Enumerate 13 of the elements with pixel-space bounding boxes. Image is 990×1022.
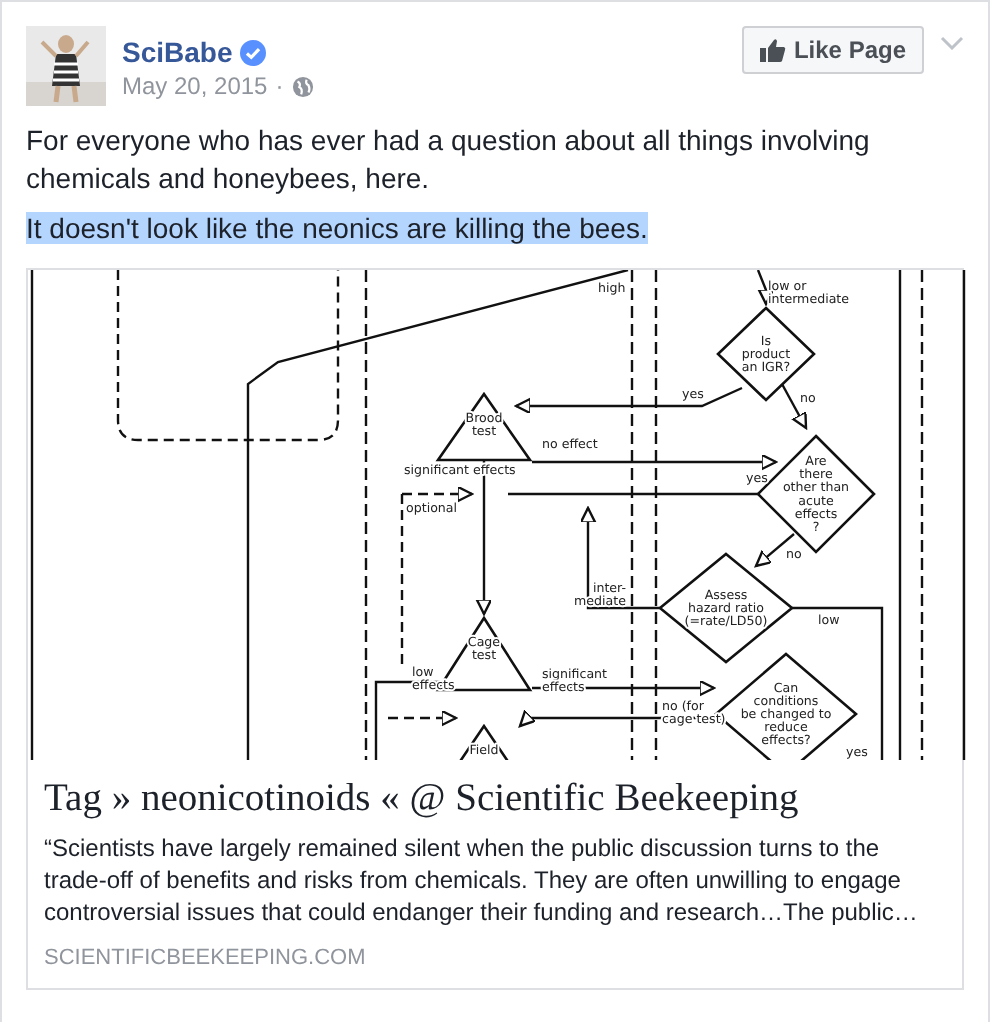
link-description: “Scientists have largely remained silent when the public discussion turns to the trade-off of benefits and risks from chemicals. They are often unwilling to engage controversial issues that could endanger their funding and research…The public… — [44, 832, 920, 928]
decision-diamond — [716, 306, 816, 402]
globe-icon[interactable] — [291, 75, 314, 97]
separator-dot: · — [275, 70, 284, 102]
like-page-button[interactable]: Like Page — [741, 26, 924, 74]
post-text: For everyone who has ever had a question about all things involving chemicals and honeybees, here. — [26, 124, 870, 194]
chevron-down-icon[interactable] — [940, 36, 964, 50]
link-title[interactable]: Tag » neonicotinoids « @ Scientific Beekeeping — [44, 776, 946, 824]
post-text: It doesn't look like the neonics are killing the bees. — [26, 212, 648, 244]
test-triangle — [435, 391, 533, 462]
link-domain: SCIENTIFICBEEKEEPING.COM — [44, 944, 368, 972]
author-name-link[interactable]: SciBabe — [122, 34, 233, 70]
thumbs-up-icon — [759, 38, 786, 62]
